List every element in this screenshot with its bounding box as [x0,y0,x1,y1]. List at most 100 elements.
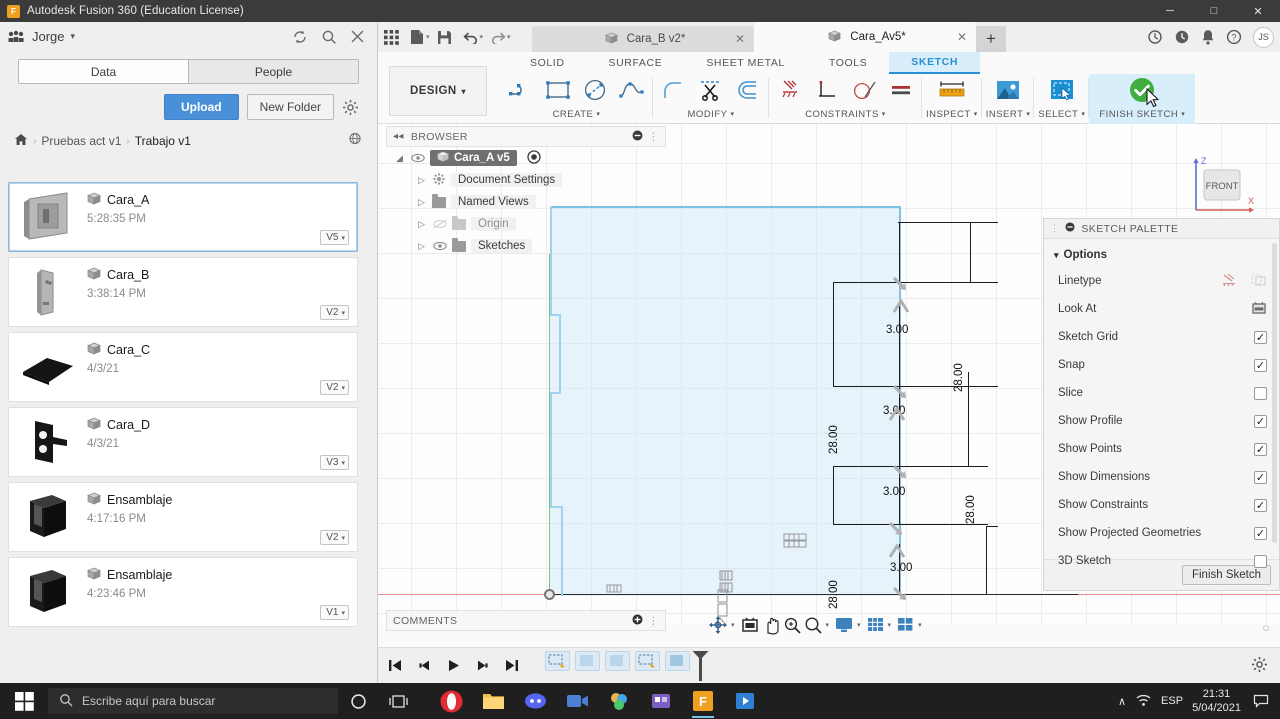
show-points-checkbox[interactable]: ✓ [1254,442,1267,456]
upload-button[interactable]: Upload [163,94,239,120]
dimension-28-00-b[interactable]: 28.00 [828,425,840,454]
home-icon[interactable] [14,133,28,149]
taskbar-app-store-icon[interactable] [642,683,680,719]
3d-sketch-checkbox[interactable] [1254,554,1267,568]
palette-row-snap[interactable]: Snap ✓ [1044,351,1279,379]
app-grid-icon[interactable] [378,22,404,52]
maximize-button[interactable]: □ [1192,0,1236,22]
fix-ground-icon[interactable] [773,75,807,105]
look-at-icon[interactable] [1251,301,1267,318]
constraint-group-top[interactable] [783,532,809,553]
version-selector[interactable]: V2 ▾ [320,380,349,395]
timeline-marker[interactable] [699,650,702,681]
insert-image-icon[interactable] [991,75,1025,105]
constraint-icon-2[interactable] [890,294,912,319]
show-constraints-checkbox[interactable]: ✓ [1254,498,1267,512]
ribbon-panel-label-inspect[interactable]: INSPECT ▾ [926,106,978,122]
ribbon-panel-finish-sketch[interactable]: FINISH SKETCH ▾ [1089,74,1196,124]
browser-node-sketches[interactable]: ▷ Sketches [386,235,666,257]
browser-node-named-views[interactable]: ▷ Named Views [386,191,666,213]
ribbon-tab-sheet-metal[interactable]: SHEET METAL [684,52,807,74]
timeline-feature-sketch-1[interactable] [545,650,570,671]
palette-scrollbar[interactable] [1272,243,1277,543]
document-tab-cara-b[interactable]: Cara_B v2* ✕ [532,26,754,52]
file-item-cara-b[interactable]: Cara_B 3:38:14 PM V2 ▾ [8,257,358,327]
ribbon-panel-label-select[interactable]: SELECT ▾ [1038,106,1085,122]
cortana-icon[interactable] [338,683,378,719]
constraint-icon-4[interactable] [886,402,908,427]
new-document-tab-button[interactable]: + [976,26,1006,52]
zoom-window-icon[interactable] [783,616,802,635]
file-item-cara-a[interactable]: Cara_A 5:28:35 PM V5 ▾ [8,182,358,252]
orbit-icon[interactable] [708,615,728,635]
skip-end-icon[interactable] [502,659,520,672]
constraint-icon-5[interactable] [890,462,912,487]
gear-icon[interactable] [1251,656,1268,676]
measure-icon[interactable] [935,75,969,105]
version-selector[interactable]: V1 ▾ [320,605,349,620]
dimension-3-00-a[interactable]: 3.00 [886,324,908,336]
breadcrumb-item-trabajo[interactable]: Trabajo v1 [135,134,191,148]
minus-circle-icon[interactable] [1065,222,1075,235]
pan-icon[interactable] [762,616,781,635]
show-projected-geometries-checkbox[interactable]: ✓ [1254,526,1267,540]
browser-node-label[interactable]: Document Settings [451,173,563,187]
workspace-selector-design[interactable]: DESIGN ▾ [389,66,487,116]
user-name[interactable]: Jorge [32,29,65,44]
show-profile-checkbox[interactable]: ✓ [1254,414,1267,428]
save-icon[interactable] [432,22,458,52]
job-status-icon[interactable] [1174,29,1190,45]
close-icon[interactable]: ✕ [957,30,967,44]
grip-icon[interactable]: ⋮ [648,131,659,143]
play-icon[interactable] [444,659,462,672]
palette-row-show-constraints[interactable]: Show Constraints ✓ [1044,491,1279,519]
minimize-button[interactable]: ─ [1148,0,1192,22]
ribbon-panel-label-finish-sketch[interactable]: FINISH SKETCH ▾ [1099,106,1185,122]
taskbar-app-colorful-app-icon[interactable] [600,683,638,719]
chevron-down-icon[interactable]: ▾ [918,621,922,629]
grip-icon[interactable]: ⋮ [1050,223,1059,234]
grip-icon[interactable]: ⋮ [648,615,659,627]
chevron-down-icon[interactable]: ▾ [888,621,892,629]
notification-icon[interactable] [1250,683,1272,719]
sketch-origin-point[interactable] [544,589,555,600]
taskbar-app-file-explorer-icon[interactable] [474,683,512,719]
browser-node-document-settings[interactable]: ▷ Document Settings [386,169,666,191]
palette-row-show-profile[interactable]: Show Profile ✓ [1044,407,1279,435]
browser-node-root[interactable]: ◢ Cara_A v5 [386,147,666,169]
select-window-icon[interactable] [1045,75,1079,105]
tray-language-label[interactable]: ESP [1161,695,1183,707]
eye-hidden-icon[interactable] [432,219,447,229]
expand-arrow-icon[interactable]: ▷ [416,175,427,186]
chevron-down-icon[interactable]: ▾ [857,621,861,629]
breadcrumb-item-pruebas[interactable]: Pruebas act v1 [41,134,121,148]
file-item-cara-d[interactable]: Cara_D 4/3/21 V3 ▾ [8,407,358,477]
constraint-small-left[interactable] [606,582,624,597]
windows-start-icon[interactable] [0,683,48,719]
palette-row-show-projected-geometries[interactable]: Show Projected Geometries ✓ [1044,519,1279,547]
minus-circle-icon[interactable] [632,130,643,144]
file-list[interactable]: Cara_A 5:28:35 PM V5 ▾ Cara_B 3:38:14 PM… [0,182,366,683]
expand-arrow-icon[interactable]: ▷ [416,219,427,230]
file-item-ensamblaje-2[interactable]: Ensamblaje 4:23:46 PM V1 ▾ [8,557,358,627]
browser-node-label[interactable]: Cara_A v5 [430,150,517,166]
avatar[interactable]: JS [1253,26,1274,48]
refresh-icon[interactable] [1147,29,1163,45]
wifi-icon[interactable] [1135,693,1152,710]
spline-icon[interactable] [615,75,649,105]
close-icon[interactable]: ✕ [735,32,745,46]
version-selector[interactable]: V2 ▾ [320,530,349,545]
dimension-28-00-c[interactable]: 28.00 [965,495,977,524]
collapse-left-icon[interactable]: ◂◂ [393,131,404,142]
canvas-resize-grip[interactable]: ○ [1262,620,1270,635]
sketch-grid-checkbox[interactable]: ✓ [1254,330,1267,344]
tab-people[interactable]: People [189,60,358,83]
eye-icon[interactable] [410,153,425,163]
constraint-icon-8[interactable] [890,584,912,609]
grid-snap-icon[interactable] [866,616,885,634]
line-icon[interactable] [504,75,538,105]
browser-node-label[interactable]: Sketches [471,239,533,253]
ribbon-panel-label-insert[interactable]: INSERT ▾ [986,106,1031,122]
constraint-icon-7[interactable] [886,539,908,564]
file-item-ensamblaje-1[interactable]: Ensamblaje 4:17:16 PM V2 ▾ [8,482,358,552]
